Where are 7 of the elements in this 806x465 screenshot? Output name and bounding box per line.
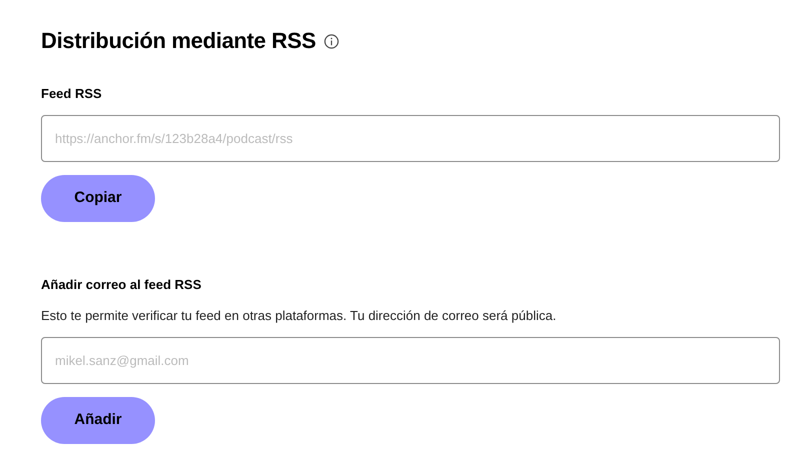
field-description: Esto te permite verificar tu feed en otras plataformas. Tu dirección de correo será pública. xyxy=(41,307,558,326)
field-label: Feed RSS xyxy=(41,85,103,104)
info-icon[interactable] xyxy=(324,34,339,49)
copy-button[interactable]: Copiar xyxy=(41,174,155,222)
add-button[interactable]: Añadir xyxy=(41,396,155,444)
field-label: Añadir correo al feed RSS xyxy=(41,276,202,294)
page-title: Distribución mediante RSS xyxy=(41,28,316,54)
